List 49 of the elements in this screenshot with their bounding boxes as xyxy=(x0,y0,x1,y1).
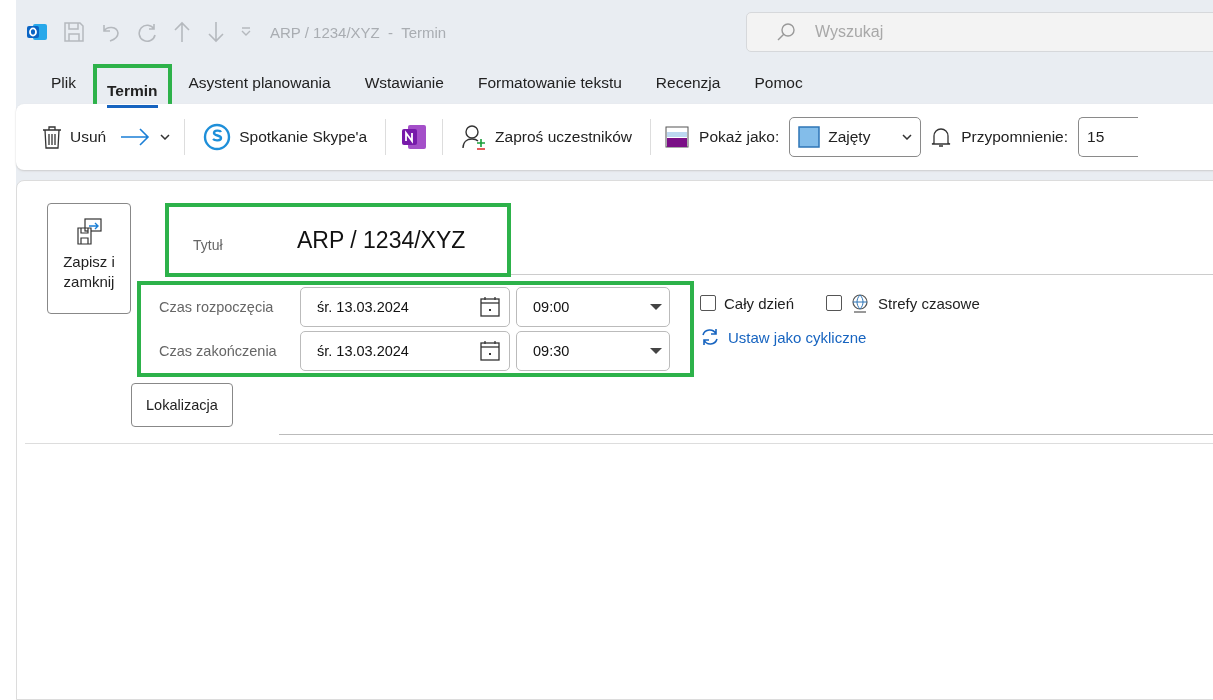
checkbox-label: Strefy czasowe xyxy=(878,294,980,312)
trash-icon xyxy=(42,125,62,149)
ribbon-tab[interactable]: Formatowanie tekstu xyxy=(477,68,622,100)
ribbon-tab[interactable]: Wstawianie xyxy=(364,68,444,100)
bell-icon xyxy=(931,126,952,148)
save-and-close-button[interactable]: Zapisz i zamknij xyxy=(47,203,131,314)
ribbon-tab[interactable]: Plik xyxy=(51,68,76,100)
forward-arrow-icon[interactable] xyxy=(120,128,151,146)
recurrence-icon xyxy=(700,327,720,347)
skype-icon xyxy=(203,123,232,151)
field-label: Czas zakończenia xyxy=(159,343,278,359)
time-field[interactable]: 09:30 xyxy=(516,331,670,371)
globe-icon xyxy=(850,293,871,313)
save-close-icon xyxy=(76,218,102,246)
calendar-icon[interactable] xyxy=(479,340,501,362)
field-label: Czas rozpoczęcia xyxy=(159,299,275,315)
chevron-down-icon[interactable] xyxy=(160,134,171,140)
reminder-label: Przypomnienie: xyxy=(961,128,1069,146)
window-title: ARP / 1234/XYZ - Termin xyxy=(270,23,447,41)
location-button[interactable]: Lokalizacja xyxy=(131,383,233,427)
calendar-icon[interactable] xyxy=(479,296,501,318)
notebook-icon[interactable] xyxy=(400,124,429,150)
add-person-icon xyxy=(461,124,488,150)
dropdown-arrow-icon[interactable] xyxy=(649,347,663,355)
app-logo-icon xyxy=(26,21,48,43)
reminder-field[interactable]: 15 xyxy=(1078,117,1139,157)
search-icon xyxy=(776,22,796,42)
date-field[interactable]: śr. 13.03.2024 xyxy=(300,331,510,371)
busy-swatch-icon xyxy=(798,126,821,148)
skype-meeting-button[interactable]: Spotkanie Skype'a xyxy=(199,119,372,155)
ribbon-tab[interactable]: Pomoc xyxy=(754,68,803,100)
dropdown-arrow-icon[interactable] xyxy=(649,303,663,311)
recurrence-link[interactable]: Ustaw jako cykliczne xyxy=(728,328,867,346)
time-field[interactable]: 09:00 xyxy=(516,287,670,327)
checkbox-label: Cały dzień xyxy=(724,294,795,312)
field-label: Tytuł xyxy=(193,236,224,253)
invite-attendees-button[interactable]: Zaproś uczestników xyxy=(457,120,637,154)
show-as-dropdown[interactable]: Zajęty xyxy=(789,117,922,157)
title-field[interactable]: ARP / 1234/XYZ xyxy=(297,226,466,254)
delete-button[interactable]: Usuń xyxy=(38,121,111,153)
checkbox[interactable] xyxy=(826,295,843,311)
ribbon-tab[interactable]: Asystent planowania xyxy=(188,68,331,100)
search-field[interactable]: Wyszukaj xyxy=(746,12,1213,52)
status-bar-icon xyxy=(665,126,690,148)
date-field[interactable]: śr. 13.03.2024 xyxy=(300,287,510,327)
ribbon-tab[interactable]: Recenzja xyxy=(655,68,721,100)
show-as-label: Pokaż jako: xyxy=(699,128,780,146)
chevron-down-icon xyxy=(902,134,913,140)
checkbox[interactable] xyxy=(700,295,716,311)
